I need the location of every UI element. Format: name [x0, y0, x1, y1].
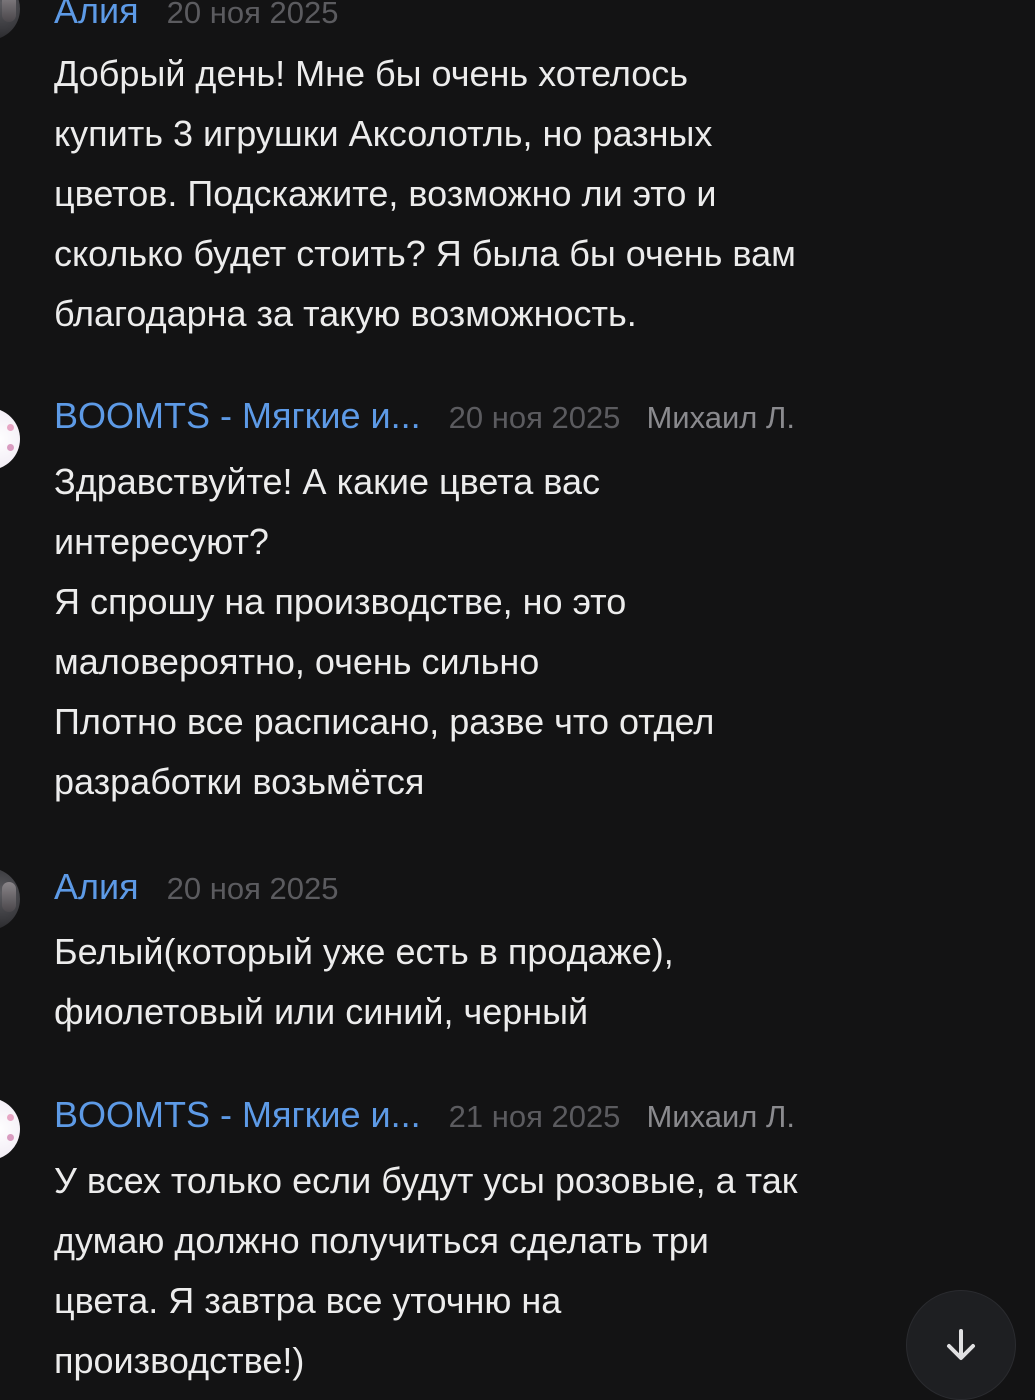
message-date: 21 ноя 2025 [448, 1099, 621, 1134]
operator-name: Михаил Л. [646, 400, 795, 435]
author-name[interactable]: Алия [54, 865, 139, 909]
author-name[interactable]: Алия [54, 0, 139, 33]
message-header: BOOMTS - Мягкие и... 20 ноя 2025 Михаил … [54, 394, 795, 438]
user-avatar[interactable] [0, 0, 20, 40]
message-header: Алия 20 ноя 2025 [54, 0, 338, 33]
message-date: 20 ноя 2025 [166, 871, 339, 906]
shop-avatar[interactable] [0, 1098, 20, 1160]
user-avatar[interactable] [0, 868, 20, 930]
message-text: Белый(который уже есть в продаже), фиоле… [54, 931, 674, 1032]
shop-avatar[interactable] [0, 408, 20, 470]
message-text: Здравствуйте! А какие цвета вас интересу… [54, 461, 715, 802]
operator-name: Михаил Л. [646, 1099, 795, 1134]
scroll-to-bottom-button[interactable] [906, 1290, 1016, 1400]
message-date: 20 ноя 2025 [448, 400, 621, 435]
message-text: У всех только если будут усы розовые, а … [54, 1160, 798, 1381]
message-text: Добрый день! Мне бы очень хотелось купит… [54, 53, 796, 334]
message-header: BOOMTS - Мягкие и... 21 ноя 2025 Михаил … [54, 1093, 795, 1137]
message-date: 20 ноя 2025 [166, 0, 339, 30]
arrow-down-icon [947, 1329, 975, 1360]
author-name[interactable]: BOOMTS - Мягкие и... [54, 1093, 421, 1137]
author-name[interactable]: BOOMTS - Мягкие и... [54, 394, 421, 438]
message-header: Алия 20 ноя 2025 [54, 865, 338, 909]
